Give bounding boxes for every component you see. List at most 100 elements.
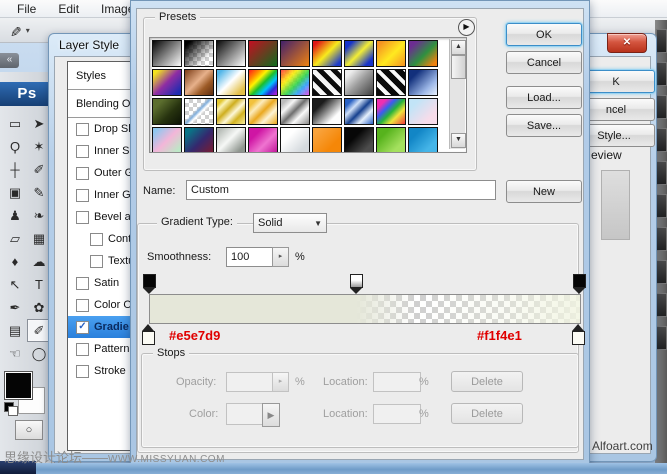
- path-selection-tool[interactable]: ↖: [3, 273, 27, 296]
- close-button[interactable]: ✕: [607, 33, 647, 53]
- preset-grid-wrap: ▲ ▼: [149, 37, 467, 153]
- opacity-stop-middle[interactable]: [350, 274, 363, 294]
- hand-tool[interactable]: ☜: [3, 342, 27, 365]
- lasso-tool[interactable]: Ϙ: [3, 135, 27, 158]
- location-unit-2: %: [419, 408, 429, 420]
- gradient-preset[interactable]: [312, 69, 342, 96]
- watermark-text: 思缘设计论坛——WWW.MISSYUAN.COM: [4, 447, 225, 466]
- checkbox-icon[interactable]: [76, 298, 89, 312]
- left-hex-annotation: #e5e7d9: [169, 328, 221, 343]
- gradient-preset[interactable]: [216, 127, 246, 152]
- gradient-preset[interactable]: [376, 40, 406, 67]
- gradient-preset[interactable]: [408, 69, 438, 96]
- menu-file[interactable]: File: [6, 2, 47, 16]
- gradient-bar[interactable]: [149, 294, 581, 324]
- pen-tool[interactable]: ✒: [3, 296, 27, 319]
- gradient-preset[interactable]: [280, 127, 310, 152]
- notes-tool[interactable]: ▤: [3, 319, 27, 342]
- scroll-down-icon[interactable]: ▼: [451, 133, 466, 148]
- crop-tool[interactable]: ┼: [3, 158, 27, 181]
- opacity-stop-left[interactable]: [143, 274, 156, 294]
- checkbox-icon[interactable]: ✓: [76, 320, 89, 334]
- opacity-stop-right[interactable]: [573, 274, 586, 294]
- checkbox-icon[interactable]: [76, 342, 89, 356]
- gradient-preset[interactable]: [312, 40, 342, 67]
- checkbox-icon[interactable]: [90, 254, 103, 268]
- presets-scrollbar[interactable]: ▲ ▼: [449, 39, 466, 149]
- gradient-preset[interactable]: [376, 98, 406, 125]
- chevron-down-icon[interactable]: ▾: [26, 26, 30, 35]
- checkbox-icon[interactable]: [76, 364, 89, 378]
- gradient-preset[interactable]: [216, 69, 246, 96]
- checkbox-icon[interactable]: [76, 188, 89, 202]
- checkbox-icon[interactable]: [76, 210, 89, 224]
- quick-mask-button[interactable]: ○: [15, 420, 43, 440]
- default-colors-icon[interactable]: [4, 402, 18, 416]
- opacity-unit: %: [295, 376, 305, 388]
- gradient-preset[interactable]: [280, 98, 310, 125]
- foreground-color-swatch[interactable]: [5, 372, 32, 399]
- gradient-preset[interactable]: [152, 127, 182, 152]
- gradient-preset[interactable]: [344, 127, 374, 152]
- checkbox-icon[interactable]: [76, 144, 89, 158]
- checkbox-icon[interactable]: [90, 232, 103, 246]
- eraser-tool[interactable]: ▱: [3, 227, 27, 250]
- gradient-preset[interactable]: [216, 98, 246, 125]
- gradient-preset[interactable]: [344, 69, 374, 96]
- scroll-up-icon[interactable]: ▲: [451, 40, 466, 55]
- rectangular-marquee-tool[interactable]: ▭: [3, 112, 27, 135]
- gradient-preset[interactable]: [280, 40, 310, 67]
- gradient-preset[interactable]: [184, 98, 214, 125]
- gradient-preset[interactable]: [248, 40, 278, 67]
- menu-edit[interactable]: Edit: [47, 2, 90, 16]
- gradient-preset[interactable]: [248, 127, 278, 152]
- smoothness-spinner[interactable]: ▸: [272, 247, 289, 267]
- healing-brush-tool[interactable]: ▣: [3, 181, 27, 204]
- gradient-preset[interactable]: [280, 69, 310, 96]
- name-input[interactable]: Custom: [186, 180, 496, 200]
- load-button[interactable]: Load...: [506, 86, 582, 109]
- cancel-button[interactable]: Cancel: [506, 51, 582, 74]
- gradient-preset[interactable]: [152, 98, 182, 125]
- location-input-2[interactable]: [373, 404, 421, 424]
- location-input-1[interactable]: [373, 372, 421, 392]
- gradient-preset[interactable]: [408, 98, 438, 125]
- gradient-preset[interactable]: [184, 40, 214, 67]
- blur-tool[interactable]: ♦: [3, 250, 27, 273]
- opacity-spinner[interactable]: ▸: [272, 372, 289, 392]
- style-item-label: Pattern: [94, 343, 130, 355]
- delete-opacity-button[interactable]: Delete: [451, 371, 523, 392]
- checkbox-icon[interactable]: [76, 166, 89, 180]
- clone-stamp-tool[interactable]: ♟: [3, 204, 27, 227]
- color-arrow-button[interactable]: ▶: [262, 403, 280, 427]
- ok-button[interactable]: OK: [506, 23, 582, 46]
- gradient-preset[interactable]: [344, 40, 374, 67]
- gradient-preset[interactable]: [152, 40, 182, 67]
- eyedropper-icon[interactable]: ✐: [10, 22, 22, 39]
- scroll-thumb[interactable]: [451, 55, 466, 79]
- presets-flyout-button[interactable]: ▶: [458, 19, 475, 36]
- gradient-preset[interactable]: [152, 69, 182, 96]
- gradient-preset[interactable]: [408, 40, 438, 67]
- gradient-preset[interactable]: [376, 127, 406, 152]
- new-button[interactable]: New: [506, 180, 582, 203]
- gradient-preset[interactable]: [184, 127, 214, 152]
- gradient-preset[interactable]: [344, 98, 374, 125]
- gradient-preset[interactable]: [312, 127, 342, 152]
- panel-collapse-button[interactable]: «: [0, 53, 19, 68]
- gradient-preset[interactable]: [184, 69, 214, 96]
- gradient-preset[interactable]: [376, 69, 406, 96]
- delete-color-button[interactable]: Delete: [451, 403, 523, 424]
- gradient-preset[interactable]: [248, 69, 278, 96]
- gradient-preset[interactable]: [408, 127, 438, 152]
- save-button[interactable]: Save...: [506, 114, 582, 137]
- gradient-type-dropdown[interactable]: Solid ▼: [253, 213, 327, 233]
- gradient-preset[interactable]: [248, 98, 278, 125]
- checkbox-icon[interactable]: [76, 122, 89, 136]
- color-stop-left[interactable]: [142, 324, 155, 345]
- checkbox-icon[interactable]: [76, 276, 89, 290]
- gradient-preset[interactable]: [312, 98, 342, 125]
- credit-text: Alfoart.com: [592, 439, 653, 453]
- gradient-preset[interactable]: [216, 40, 246, 67]
- color-stop-right[interactable]: [572, 324, 585, 345]
